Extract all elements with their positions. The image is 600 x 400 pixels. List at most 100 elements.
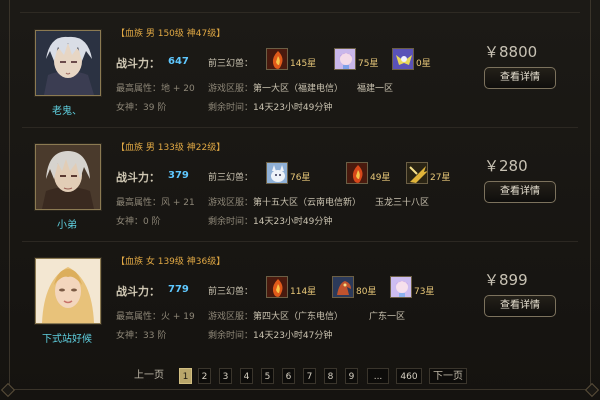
server-sub: 广东一区	[369, 312, 406, 322]
next-page-link[interactable]: 下一页	[429, 368, 467, 384]
power-label: 战斗力：	[116, 57, 160, 70]
player-nickname[interactable]: 下式站好候	[22, 330, 112, 345]
avatar[interactable]	[35, 258, 101, 324]
page-3[interactable]: 3	[219, 368, 232, 384]
frame-border-right	[590, 0, 591, 390]
goddess-value: 0 阶	[143, 217, 161, 227]
power-value: 779	[168, 284, 189, 295]
blade-beast-icon[interactable]	[406, 162, 428, 184]
frame-border-bottom	[9, 389, 591, 390]
server-label: 游戏区服：	[208, 84, 254, 94]
server-row: 游戏区服：第一大区（福建电信） 福建一区	[208, 81, 393, 94]
attribute-row: 最高属性：地 + 20	[116, 81, 195, 94]
page-1[interactable]: 1	[179, 368, 192, 384]
wing-sprite-icon[interactable]	[392, 48, 414, 70]
attribute-value: 火 + 19	[161, 312, 195, 322]
view-details-button[interactable]: 查看详情	[484, 67, 556, 89]
white-beast-icon[interactable]	[266, 162, 288, 184]
goddess-row: 女神：0 阶	[116, 214, 161, 227]
goddess-label: 女神：	[116, 331, 144, 341]
price: ￥280	[484, 157, 528, 175]
page-2[interactable]: 2	[198, 368, 211, 384]
pet-stars: 49星	[370, 173, 391, 183]
time-label: 剩余时间：	[208, 217, 254, 227]
attribute-label: 最高属性：	[116, 312, 162, 322]
page-last[interactable]: 460	[396, 368, 422, 384]
pets-label: 前三幻兽：	[208, 173, 254, 183]
server-sub: 玉龙三十八区	[375, 198, 430, 208]
pet-stars: 114星	[290, 287, 317, 297]
player-nickname[interactable]: 老鬼、	[22, 102, 112, 117]
time-label: 剩余时间：	[208, 331, 254, 341]
view-details-button[interactable]: 查看详情	[484, 181, 556, 203]
goddess-label: 女神：	[116, 217, 144, 227]
server-label: 游戏区服：	[208, 198, 254, 208]
page-5[interactable]: 5	[261, 368, 274, 384]
attribute-label: 最高属性：	[116, 198, 162, 208]
pets-label: 前三幻兽：	[208, 59, 254, 69]
page-9[interactable]: 9	[345, 368, 358, 384]
power-label: 战斗力：	[116, 285, 160, 298]
server-value: 第四大区（广东电信）	[253, 312, 344, 322]
time-value: 14天23小时49分钟	[253, 217, 333, 227]
server-label: 游戏区服：	[208, 312, 254, 322]
server-row: 游戏区服：第四大区（广东电信） 广东一区	[208, 309, 405, 322]
character-tag: 【血族 男 133级 神22级】	[116, 143, 226, 153]
attribute-label: 最高属性：	[116, 84, 162, 94]
server-row: 游戏区服：第十五大区（云南电信新） 玉龙三十八区	[208, 195, 429, 208]
player-nickname[interactable]: 小弟	[22, 216, 112, 231]
avatar[interactable]	[35, 144, 101, 210]
listing-card: 老鬼、 【血族 男 150级 神47级】 战斗力： 647 最高属性：地 + 2…	[22, 14, 578, 128]
pets-label: 前三幻兽：	[208, 287, 254, 297]
server-sub: 福建一区	[357, 84, 394, 94]
time-row: 剩余时间：14天23小时49分钟	[208, 214, 332, 227]
time-value: 14天23小时49分钟	[253, 103, 333, 113]
attribute-value: 风 + 21	[161, 198, 195, 208]
avatar[interactable]	[35, 30, 101, 96]
power-label: 战斗力：	[116, 171, 160, 184]
attribute-row: 最高属性：火 + 19	[116, 309, 195, 322]
time-label: 剩余时间：	[208, 103, 254, 113]
view-details-button[interactable]: 查看详情	[484, 295, 556, 317]
male-character-portrait-icon	[36, 145, 100, 209]
time-row: 剩余时间：14天23小时49分钟	[208, 100, 332, 113]
goddess-value: 33 阶	[143, 331, 167, 341]
spirit-girl-icon[interactable]	[334, 48, 356, 70]
pet-stars: 27星	[430, 173, 451, 183]
female-character-portrait-icon	[36, 259, 100, 323]
fire-beast-icon[interactable]	[266, 276, 288, 298]
page-4[interactable]: 4	[240, 368, 253, 384]
prev-page-link[interactable]: 上一页	[131, 368, 167, 384]
attribute-row: 最高属性：风 + 21	[116, 195, 195, 208]
server-value: 第十五大区（云南电信新）	[253, 198, 362, 208]
page-6[interactable]: 6	[282, 368, 295, 384]
goddess-row: 女神：33 阶	[116, 328, 166, 341]
power-value: 647	[168, 56, 189, 67]
price: ￥899	[484, 271, 528, 289]
attribute-value: 地 + 20	[161, 84, 195, 94]
time-row: 剩余时间：14天23小时47分钟	[208, 328, 332, 341]
server-value: 第一大区（福建电信）	[253, 84, 344, 94]
pet-stars: 0星	[416, 59, 431, 69]
pet-stars: 73星	[414, 287, 435, 297]
page-8[interactable]: 8	[324, 368, 337, 384]
frame-border-left	[9, 0, 10, 390]
fire-beast-icon[interactable]	[266, 48, 288, 70]
pet-stars: 75星	[358, 59, 379, 69]
pagination-ellipsis: ...	[367, 368, 389, 384]
character-tag: 【血族 男 150级 神47级】	[116, 29, 226, 39]
character-tag: 【血族 女 139级 神36级】	[116, 257, 226, 267]
power-value: 379	[168, 170, 189, 181]
goddess-label: 女神：	[116, 103, 144, 113]
fire-beast-icon[interactable]	[346, 162, 368, 184]
listing-panel: 老鬼、 【血族 男 150级 神47级】 战斗力： 647 最高属性：地 + 2…	[0, 0, 600, 400]
goddess-value: 39 阶	[143, 103, 167, 113]
dragon-beast-icon[interactable]	[332, 276, 354, 298]
spirit-girl-icon[interactable]	[390, 276, 412, 298]
male-character-portrait-icon	[36, 31, 100, 95]
top-divider	[20, 12, 580, 13]
listing-card: 小弟 【血族 男 133级 神22级】 战斗力： 379 最高属性：风 + 21…	[22, 128, 578, 242]
pet-stars: 80星	[356, 287, 377, 297]
page-7[interactable]: 7	[303, 368, 316, 384]
pet-stars: 76星	[290, 173, 311, 183]
